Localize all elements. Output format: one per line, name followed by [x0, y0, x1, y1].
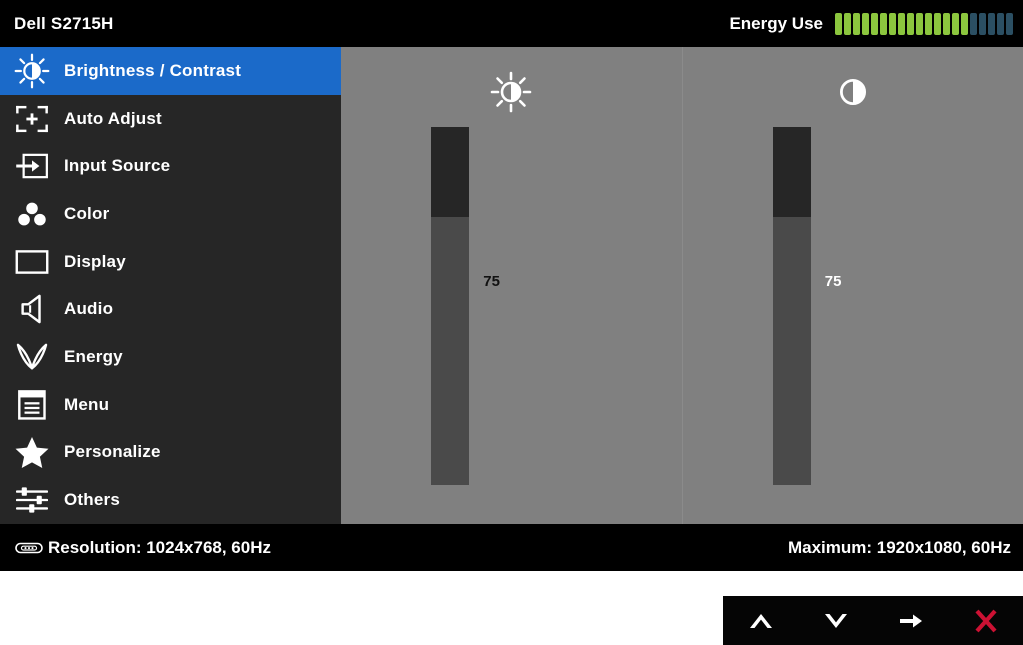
contrast-icon: [683, 71, 1023, 113]
osd-status-bar: Resolution: 1024x768, 60Hz Maximum: 1920…: [0, 524, 1023, 571]
up-button[interactable]: [723, 596, 798, 645]
maximum-resolution-text: Maximum: 1920x1080, 60Hz: [787, 537, 1011, 557]
energy-segment: [880, 12, 887, 35]
sidebar-item-personalize[interactable]: Personalize: [0, 429, 341, 477]
sliders-icon: [0, 476, 64, 524]
brightness-slider-track[interactable]: [431, 127, 470, 485]
auto-adjust-icon: [0, 95, 64, 143]
brightness-value: 75: [483, 273, 500, 290]
energy-segment: [916, 12, 923, 35]
energy-segment: [997, 12, 1004, 35]
energy-segment: [907, 12, 914, 35]
energy-segment: [988, 12, 995, 35]
osd-button-bar: [723, 596, 1023, 645]
osd-main-content: 75 75: [341, 47, 1023, 524]
osd-sidebar-menu: Brightness / Contrast Auto Adjust Input So…: [0, 47, 341, 524]
contrast-slider[interactable]: 75: [683, 127, 1023, 487]
sidebar-item-auto-adjust[interactable]: Auto Adjust: [0, 95, 341, 143]
sidebar-item-label: Display: [64, 251, 126, 271]
energy-segment: [835, 12, 842, 35]
contrast-panel: 75: [681, 47, 1023, 524]
sidebar-item-energy[interactable]: Energy: [0, 333, 341, 381]
energy-segment: [934, 12, 941, 35]
osd-title-bar: Dell S2715H Energy Use: [0, 0, 1023, 47]
osd-window: Dell S2715H Energy Use Brightness / Cont…: [0, 0, 1023, 571]
page-title: Dell S2715H: [14, 13, 114, 33]
exit-button[interactable]: [948, 596, 1023, 645]
sidebar-item-label: Brightness / Contrast: [64, 60, 242, 80]
sidebar-item-input-source[interactable]: Input Source: [0, 142, 341, 190]
energy-segment: [952, 12, 959, 35]
sidebar-item-menu[interactable]: Menu: [0, 381, 341, 429]
sidebar-item-others[interactable]: Others: [0, 476, 341, 524]
star-icon: [0, 429, 64, 477]
resolution-info: Resolution: 1024x768, 60Hz: [10, 538, 271, 558]
screen: Dell S2715H Energy Use Brightness / Cont…: [0, 0, 1023, 645]
down-button[interactable]: [798, 596, 873, 645]
energy-leaf-icon: [0, 333, 64, 381]
input-source-icon: [0, 142, 64, 190]
energy-use-indicator: Energy Use: [729, 12, 1013, 35]
brightness-slider[interactable]: 75: [341, 127, 682, 487]
energy-segment: [871, 12, 878, 35]
arrow-right-icon: [899, 614, 922, 627]
sidebar-item-label: Color: [64, 203, 110, 223]
sidebar-item-label: Others: [64, 490, 120, 510]
chevron-down-icon: [824, 613, 847, 628]
sidebar-item-label: Menu: [64, 394, 110, 414]
energy-segment: [943, 12, 950, 35]
sidebar-item-audio[interactable]: Audio: [0, 285, 341, 333]
sidebar-item-brightness-contrast[interactable]: Brightness / Contrast: [0, 47, 341, 95]
menu-icon: [0, 381, 64, 429]
energy-segment: [898, 12, 905, 35]
brightness-icon: [341, 71, 682, 113]
energy-segment: [862, 12, 869, 35]
sidebar-item-color[interactable]: Color: [0, 190, 341, 238]
close-x-icon: [974, 609, 997, 632]
sidebar-item-label: Energy: [64, 346, 123, 366]
energy-segment: [844, 12, 851, 35]
display-icon: [0, 238, 64, 286]
sidebar-item-label: Personalize: [64, 442, 161, 462]
contrast-value: 75: [824, 273, 842, 290]
energy-segment: [970, 12, 977, 35]
energy-segment: [925, 12, 932, 35]
audio-icon: [0, 285, 64, 333]
color-icon: [0, 190, 64, 238]
energy-segment: [961, 12, 968, 35]
brightness-slider-fill: [431, 216, 470, 485]
sidebar-item-label: Input Source: [64, 156, 171, 176]
energy-use-label: Energy Use: [729, 13, 823, 33]
energy-segment: [889, 12, 896, 35]
sidebar-item-label: Auto Adjust: [64, 108, 162, 128]
energy-segment: [853, 12, 860, 35]
energy-segment: [1006, 12, 1013, 35]
enter-button[interactable]: [873, 596, 948, 645]
sidebar-item-display[interactable]: Display: [0, 238, 341, 286]
contrast-slider-fill: [772, 216, 811, 485]
chevron-up-icon: [749, 613, 772, 628]
brightness-icon: [0, 47, 64, 95]
resolution-text: Resolution: 1024x768, 60Hz: [48, 537, 271, 557]
energy-segment: [979, 12, 986, 35]
energy-use-meter: [835, 12, 1013, 35]
vga-connector-icon: [10, 539, 48, 557]
brightness-panel: 75: [341, 47, 682, 524]
sidebar-item-label: Audio: [64, 299, 114, 319]
contrast-slider-track[interactable]: [772, 127, 811, 485]
